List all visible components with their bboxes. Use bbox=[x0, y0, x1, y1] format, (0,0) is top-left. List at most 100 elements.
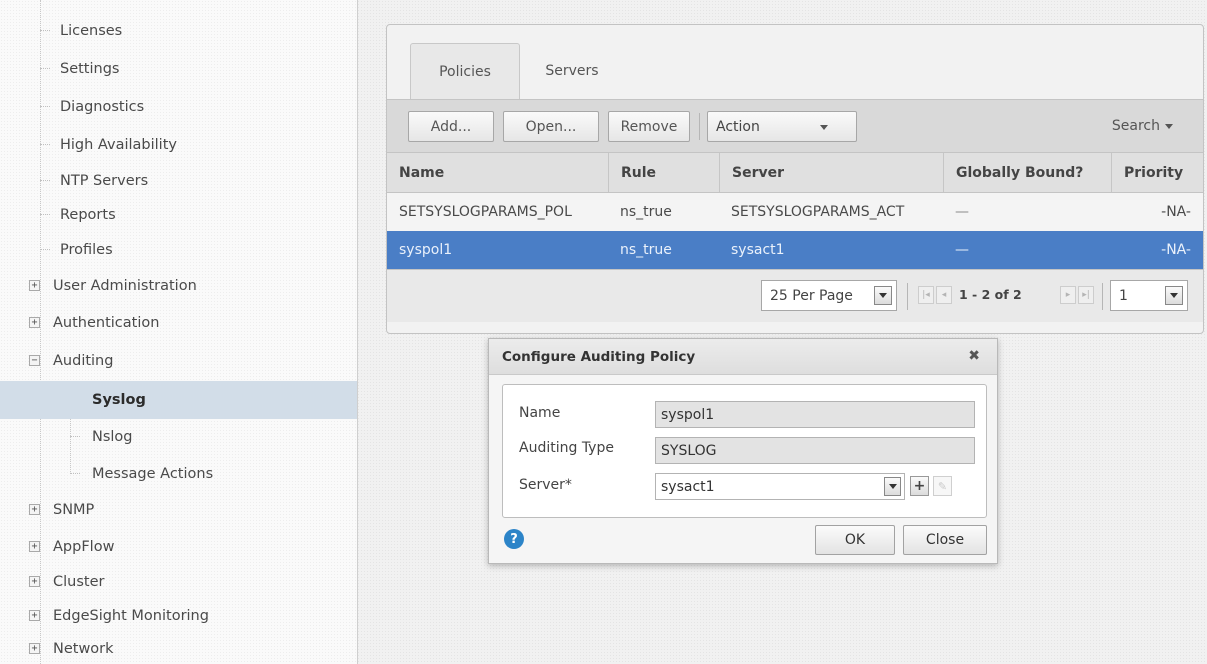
dialog-title-bar: Configure Auditing Policy ✖ bbox=[489, 339, 997, 375]
expand-plus-icon[interactable]: + bbox=[29, 317, 40, 328]
expand-plus-icon[interactable]: + bbox=[29, 610, 40, 621]
previous-page-icon[interactable]: ◂ bbox=[936, 286, 952, 304]
tree-connector bbox=[40, 180, 50, 181]
action-label: Action bbox=[716, 118, 760, 135]
nav-item-syslog[interactable]: Syslog bbox=[0, 381, 357, 419]
tree-connector bbox=[40, 249, 50, 250]
nav-item-user-administration[interactable]: + User Administration bbox=[0, 267, 357, 305]
nav-item-ntp-servers[interactable]: NTP Servers bbox=[0, 162, 357, 200]
tab-policies[interactable]: Policies bbox=[410, 43, 520, 99]
nav-label: Nslog bbox=[92, 429, 133, 445]
expand-plus-icon[interactable]: + bbox=[29, 541, 40, 552]
server-label: Server* bbox=[519, 477, 572, 493]
last-page-icon[interactable]: ▸| bbox=[1078, 286, 1094, 304]
pager-separator bbox=[907, 283, 908, 310]
expand-plus-icon[interactable]: + bbox=[29, 504, 40, 515]
first-page-icon[interactable]: |◂ bbox=[918, 286, 934, 304]
action-menu-button[interactable]: Action bbox=[707, 111, 857, 142]
nav-item-licenses[interactable]: Licenses bbox=[0, 12, 357, 50]
dialog-form: Name syspol1 Auditing Type SYSLOG Server… bbox=[502, 384, 987, 518]
expand-plus-icon[interactable]: + bbox=[29, 576, 40, 587]
nav-label: NTP Servers bbox=[60, 173, 149, 189]
nav-label: Syslog bbox=[92, 392, 146, 408]
cell-priority: -NA- bbox=[1161, 242, 1191, 258]
per-page-select[interactable]: 25 Per Page bbox=[761, 280, 897, 311]
cell-name: SETSYSLOGPARAMS_POL bbox=[399, 204, 572, 220]
navigation-tree: Licenses Settings Diagnostics High Avail… bbox=[0, 0, 358, 664]
nav-item-snmp[interactable]: + SNMP bbox=[0, 491, 357, 529]
nav-item-authentication[interactable]: + Authentication bbox=[0, 304, 357, 342]
pager-separator bbox=[1102, 283, 1103, 310]
per-page-value: 25 Per Page bbox=[770, 287, 853, 304]
tab-label: Policies bbox=[439, 63, 491, 80]
cell-globally-bound: — bbox=[955, 204, 969, 220]
caret-down-icon bbox=[820, 125, 828, 130]
server-select[interactable]: sysact1 bbox=[655, 473, 905, 500]
close-button[interactable]: Close bbox=[903, 525, 987, 555]
dropdown-arrow-icon[interactable] bbox=[884, 477, 901, 496]
nav-item-reports[interactable]: Reports bbox=[0, 196, 357, 234]
toolbar-separator bbox=[699, 113, 700, 140]
cell-server: SETSYSLOGPARAMS_ACT bbox=[731, 204, 905, 220]
nav-label: Message Actions bbox=[92, 466, 214, 482]
nav-label: Diagnostics bbox=[60, 99, 145, 115]
tab-servers[interactable]: Servers bbox=[527, 43, 617, 99]
nav-item-nslog[interactable]: Nslog bbox=[0, 418, 357, 456]
nav-label: Profiles bbox=[60, 242, 113, 258]
next-page-icon[interactable]: ▸ bbox=[1060, 286, 1076, 304]
table-header: Name Rule Server Globally Bound? Priorit… bbox=[387, 152, 1203, 193]
policies-panel: Policies Servers Add... Open... Remove A… bbox=[386, 24, 1204, 334]
help-icon[interactable]: ? bbox=[504, 529, 524, 549]
nav-label: Network bbox=[53, 641, 114, 657]
nav-item-message-actions[interactable]: Message Actions bbox=[0, 455, 357, 493]
dropdown-arrow-icon[interactable] bbox=[1165, 286, 1183, 305]
nav-item-settings[interactable]: Settings bbox=[0, 50, 357, 88]
ok-button[interactable]: OK bbox=[815, 525, 895, 555]
nav-item-profiles[interactable]: Profiles bbox=[0, 231, 357, 269]
nav-label: Cluster bbox=[53, 574, 105, 590]
open-button[interactable]: Open... bbox=[503, 111, 599, 142]
nav-label: Auditing bbox=[53, 353, 114, 369]
nav-item-high-availability[interactable]: High Availability bbox=[0, 126, 357, 164]
add-server-plus-icon[interactable]: + bbox=[910, 476, 929, 496]
column-header-rule[interactable]: Rule bbox=[608, 153, 719, 192]
nav-item-auditing[interactable]: − Auditing bbox=[0, 342, 357, 380]
add-button[interactable]: Add... bbox=[408, 111, 494, 142]
nav-label: SNMP bbox=[53, 502, 95, 518]
dropdown-arrow-icon[interactable] bbox=[874, 286, 892, 305]
expand-plus-icon[interactable]: + bbox=[29, 280, 40, 291]
tree-connector bbox=[70, 473, 80, 474]
table-row-selected[interactable]: syspol1 ns_true sysact1 — -NA- bbox=[387, 231, 1203, 269]
tree-connector bbox=[40, 144, 50, 145]
close-icon[interactable]: ✖ bbox=[968, 348, 980, 364]
tree-connector bbox=[40, 106, 50, 107]
column-header-priority[interactable]: Priority bbox=[1111, 153, 1203, 192]
nav-item-network[interactable]: + Network bbox=[0, 630, 357, 664]
remove-button[interactable]: Remove bbox=[608, 111, 690, 142]
search-menu[interactable]: Search bbox=[1112, 118, 1173, 134]
nav-item-diagnostics[interactable]: Diagnostics bbox=[0, 88, 357, 126]
column-header-server[interactable]: Server bbox=[719, 153, 943, 192]
cell-priority: -NA- bbox=[1161, 204, 1191, 220]
collapse-minus-icon[interactable]: − bbox=[29, 355, 40, 366]
auditing-type-label: Auditing Type bbox=[519, 440, 614, 456]
expand-plus-icon[interactable]: + bbox=[29, 643, 40, 654]
tree-connector bbox=[40, 68, 50, 69]
page-number-select[interactable]: 1 bbox=[1110, 280, 1188, 311]
name-field: syspol1 bbox=[655, 401, 975, 428]
nav-item-cluster[interactable]: + Cluster bbox=[0, 563, 357, 601]
column-header-name[interactable]: Name bbox=[387, 153, 608, 192]
search-label: Search bbox=[1111, 118, 1160, 134]
dialog-title: Configure Auditing Policy bbox=[502, 348, 696, 365]
edit-pencil-icon: ✎ bbox=[933, 476, 952, 496]
nav-item-appflow[interactable]: + AppFlow bbox=[0, 528, 357, 566]
tree-connector bbox=[70, 436, 80, 437]
page-number-value: 1 bbox=[1119, 287, 1128, 304]
tab-bar: Policies Servers bbox=[387, 25, 1203, 99]
cell-globally-bound: — bbox=[955, 242, 969, 258]
tree-connector bbox=[40, 214, 50, 215]
auditing-type-field: SYSLOG bbox=[655, 437, 975, 464]
page-range: 1 - 2 of 2 bbox=[959, 287, 1022, 302]
column-header-globally-bound[interactable]: Globally Bound? bbox=[943, 153, 1111, 192]
table-row[interactable]: SETSYSLOGPARAMS_POL ns_true SETSYSLOGPAR… bbox=[387, 193, 1203, 231]
